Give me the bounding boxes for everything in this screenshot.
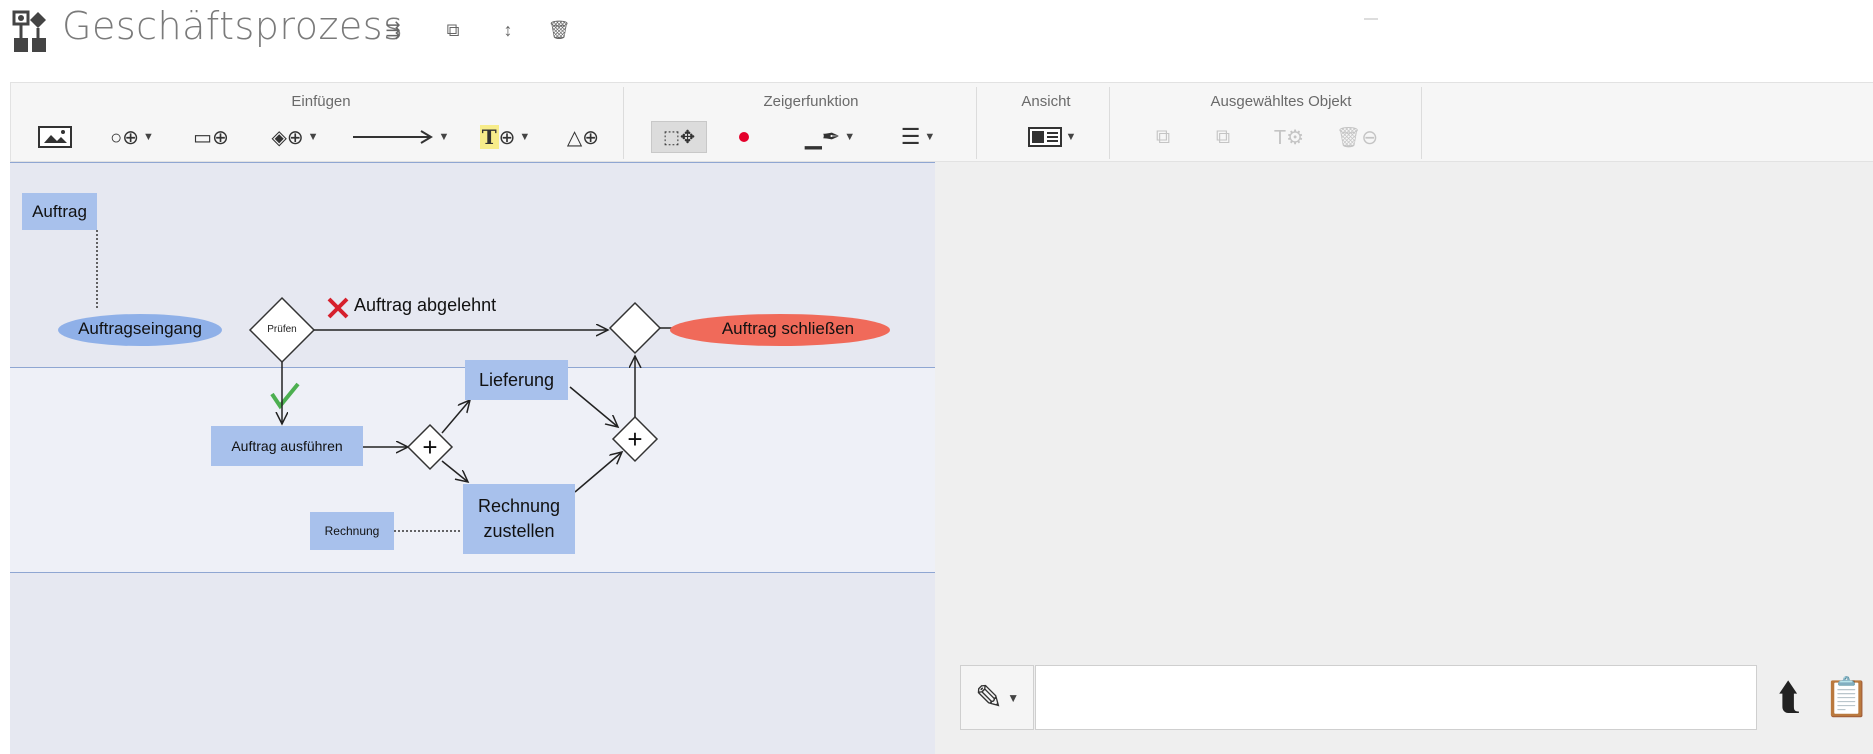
- select-move-icon: ⬚✥: [662, 126, 696, 147]
- insert-task-button[interactable]: ▭⊕: [183, 121, 239, 153]
- insert-text-button[interactable]: T ⊕ ▼: [467, 121, 543, 153]
- ribbon-toolbar: Einfügen Zeigerfunktion Ansicht Ausgewäh…: [10, 82, 1873, 162]
- chevron-down-icon: ▼: [1065, 131, 1077, 143]
- group-label-ansicht: Ansicht: [1021, 93, 1071, 110]
- group-separator: [976, 87, 977, 159]
- image-icon: [38, 126, 72, 148]
- delete-object-icon: 🗑⊖: [1335, 126, 1379, 149]
- task-label-line: Rechnung: [477, 496, 561, 516]
- insert-image-button[interactable]: [35, 121, 75, 153]
- group-separator: [1109, 87, 1110, 159]
- rename-icon[interactable]: ⇶: [382, 18, 404, 42]
- title-bar: Geschäftsprozess ⇶ ⧉ ↕ 🗑: [0, 0, 1873, 70]
- line-style-button[interactable]: ☰ ▼: [879, 121, 957, 153]
- text-settings-button[interactable]: T⚙: [1261, 121, 1317, 153]
- arrow-connector-icon: [352, 130, 433, 144]
- reject-x-icon: [327, 297, 349, 319]
- plus-icon: +: [627, 424, 642, 454]
- pen-button[interactable]: ▁✒ ▼: [786, 121, 874, 153]
- chevron-down-icon: ▼: [844, 131, 856, 143]
- pruefen-label: Prüfen: [267, 324, 297, 335]
- red-dot-icon: [739, 132, 749, 142]
- text-settings-icon: T⚙: [1273, 126, 1305, 149]
- insert-annotation-button[interactable]: △⊕: [557, 121, 609, 153]
- send-icon[interactable]: ⮬: [1765, 670, 1813, 726]
- sort-icon[interactable]: ↕: [497, 18, 519, 42]
- rechnung-zustellen-task[interactable]: Rechnung zustellen: [463, 484, 575, 554]
- triangle-plus-icon: △⊕: [566, 126, 600, 149]
- process-icon: [12, 10, 46, 52]
- auftragseingang-label: Auftragseingang: [78, 319, 202, 338]
- delete-object-button[interactable]: 🗑⊖: [1329, 121, 1385, 153]
- chevron-down-icon: ▼: [142, 131, 154, 143]
- view-layout-icon: [1027, 127, 1062, 147]
- flow-arrow: [441, 460, 468, 482]
- flow-arrow: [574, 452, 622, 493]
- chevron-down-icon: ▼: [438, 131, 450, 143]
- merge-gateway[interactable]: [608, 301, 662, 355]
- copy-icon[interactable]: ⧉: [442, 18, 464, 42]
- pointer-dot-button[interactable]: [729, 121, 759, 153]
- view-button[interactable]: ▼: [1017, 121, 1087, 153]
- group-separator: [1421, 87, 1422, 159]
- insert-connector-button[interactable]: ▼: [347, 121, 455, 153]
- group-label-einfuegen: Einfügen: [291, 93, 351, 110]
- auftrag-ausfuehren-task[interactable]: Auftrag ausführen: [211, 426, 363, 466]
- chevron-down-icon: ▼: [1007, 690, 1020, 705]
- flow-arrow: [441, 400, 470, 434]
- page-title: Geschäftsprozess: [62, 4, 404, 48]
- comment-input[interactable]: [1035, 665, 1757, 730]
- gateway-plus-icon: ◈⊕: [271, 126, 304, 149]
- diagram-connectors: + +: [58, 230, 890, 532]
- auftrag-abgelehnt-label: Auftrag abgelehnt: [354, 295, 497, 315]
- send-back-button[interactable]: ⧉: [1201, 121, 1245, 153]
- auftrag-schliessen-label: Auftrag schließen: [721, 319, 855, 338]
- lieferung-task[interactable]: Lieferung: [465, 360, 568, 400]
- auftrag-data-object[interactable]: Auftrag: [22, 193, 97, 230]
- chevron-down-icon: ▼: [307, 131, 319, 143]
- pen-icon: ▁✒: [804, 124, 841, 149]
- plus-icon: +: [422, 432, 437, 462]
- note-type-button[interactable]: ✎ ▼: [960, 665, 1034, 730]
- plus-icon: ⊕: [498, 126, 516, 149]
- group-label-ausgewaehltes-objekt: Ausgewähltes Objekt: [1210, 93, 1352, 110]
- scroll-note-icon: ✎: [974, 678, 1004, 717]
- insert-event-button[interactable]: ○⊕ ▼: [97, 121, 167, 153]
- chevron-down-icon: ▼: [519, 131, 531, 143]
- flow-arrow: [569, 386, 618, 427]
- chevron-down-icon: ▼: [924, 131, 936, 143]
- group-label-zeigerfunktion: Zeigerfunktion: [763, 93, 859, 110]
- insert-gateway-button[interactable]: ◈⊕ ▼: [257, 121, 333, 153]
- diagram-canvas[interactable]: + + Auftrag Auftragseingang Prüfen Auftr…: [10, 162, 935, 754]
- send-back-icon: ⧉: [1215, 125, 1231, 148]
- clipboard-icon[interactable]: 📋: [1823, 670, 1873, 726]
- bring-front-button[interactable]: ⧉: [1141, 121, 1185, 153]
- group-separator: [623, 87, 624, 159]
- delete-icon[interactable]: 🗑: [548, 18, 571, 42]
- line-style-icon: ☰: [900, 124, 921, 149]
- accept-check-icon: [270, 382, 300, 410]
- task-label-line: zustellen: [483, 521, 555, 541]
- rectangle-plus-icon: ▭⊕: [193, 126, 229, 149]
- text-tool-icon: T: [479, 125, 499, 149]
- divider: [1364, 18, 1378, 20]
- rechnung-data-object[interactable]: Rechnung: [310, 512, 394, 550]
- circle-plus-icon: ○⊕: [110, 126, 139, 149]
- select-move-button[interactable]: ⬚✥: [651, 121, 707, 153]
- bring-front-icon: ⧉: [1155, 125, 1171, 148]
